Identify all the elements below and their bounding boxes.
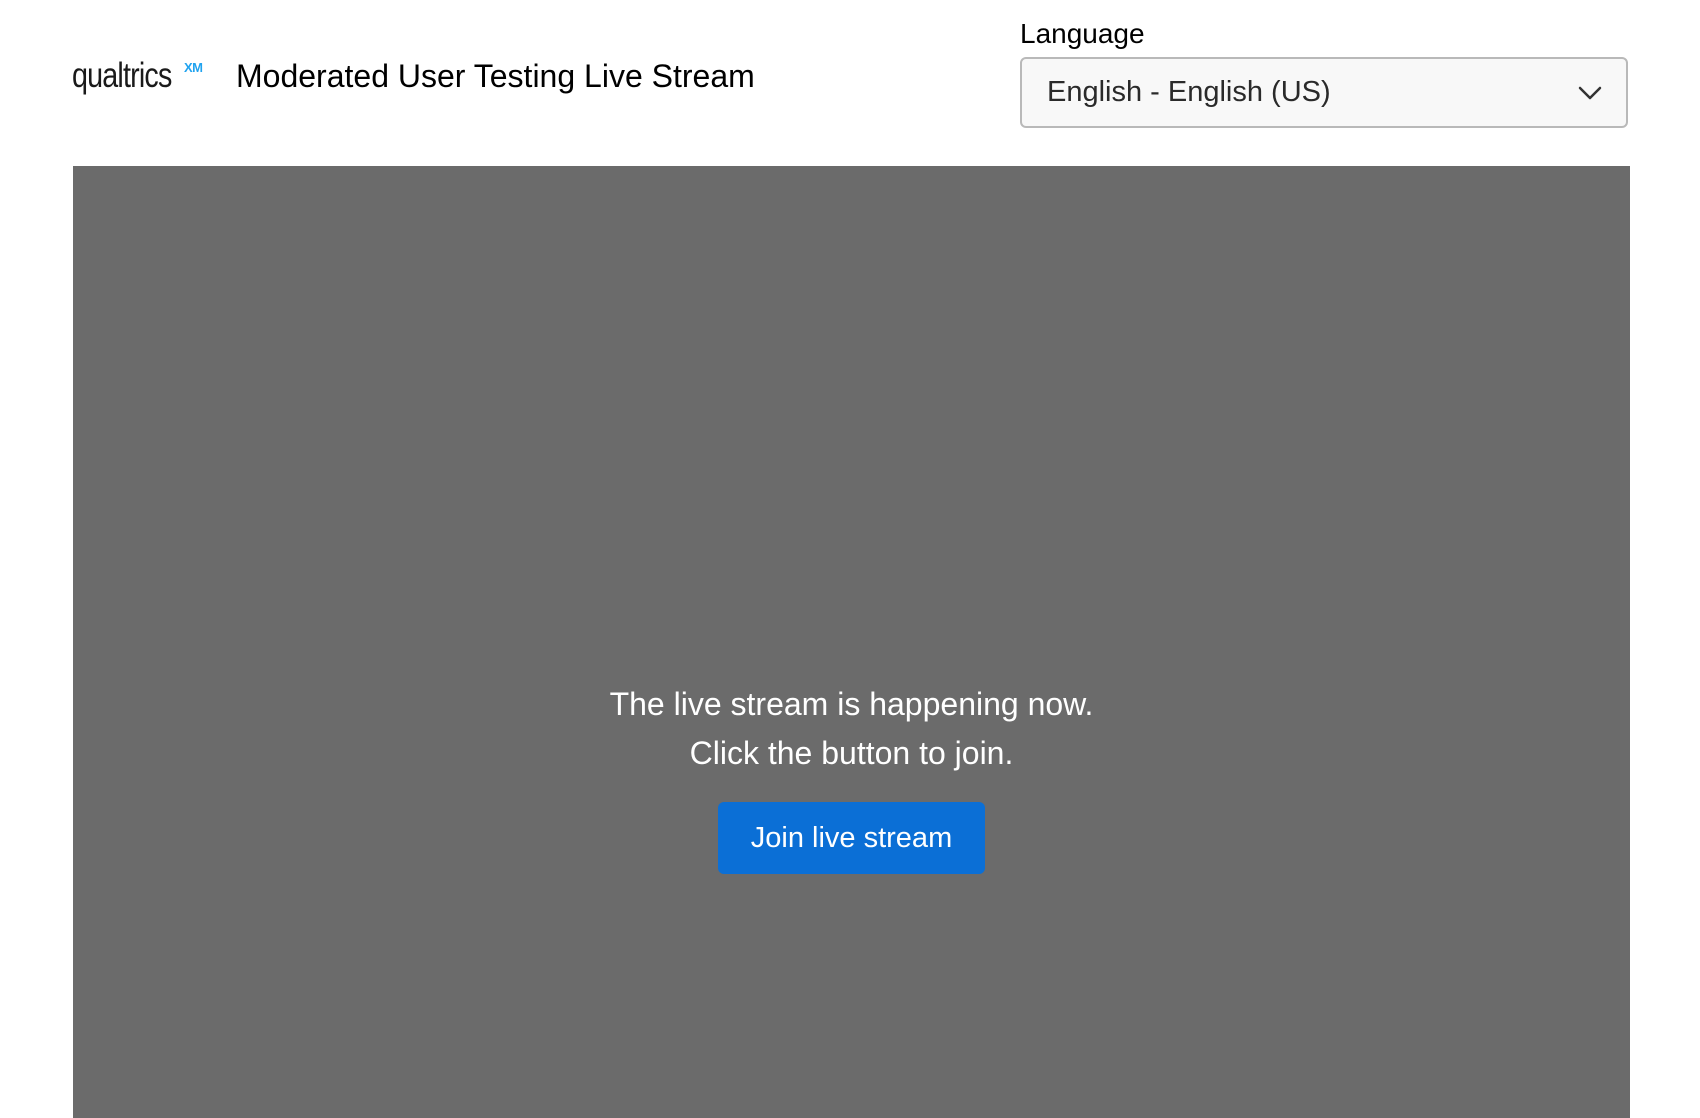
language-label: Language bbox=[1020, 18, 1145, 49]
logo-wordmark: qualtrics bbox=[72, 56, 172, 95]
qualtrics-logo: qualtrics XM bbox=[72, 52, 203, 100]
live-stream-message-line-2: Click the button to join. bbox=[689, 735, 1014, 771]
live-stream-message-line-1: The live stream is happening now. bbox=[609, 686, 1094, 722]
language-select-value: English - English (US) bbox=[1047, 76, 1331, 108]
page-title: Moderated User Testing Live Stream bbox=[236, 58, 755, 94]
join-live-stream-button[interactable]: Join live stream bbox=[718, 802, 985, 874]
language-select[interactable]: English - English (US) bbox=[1020, 57, 1628, 128]
page: qualtrics XM Moderated User Testing Live… bbox=[0, 0, 1700, 1118]
live-stream-message: The live stream is happening now. Click … bbox=[73, 680, 1630, 778]
chevron-down-icon bbox=[1576, 79, 1604, 107]
logo-xm-badge: XM bbox=[184, 60, 203, 75]
header: qualtrics XM Moderated User Testing Live… bbox=[0, 0, 1700, 166]
live-stream-stage: The live stream is happening now. Click … bbox=[73, 166, 1630, 1118]
